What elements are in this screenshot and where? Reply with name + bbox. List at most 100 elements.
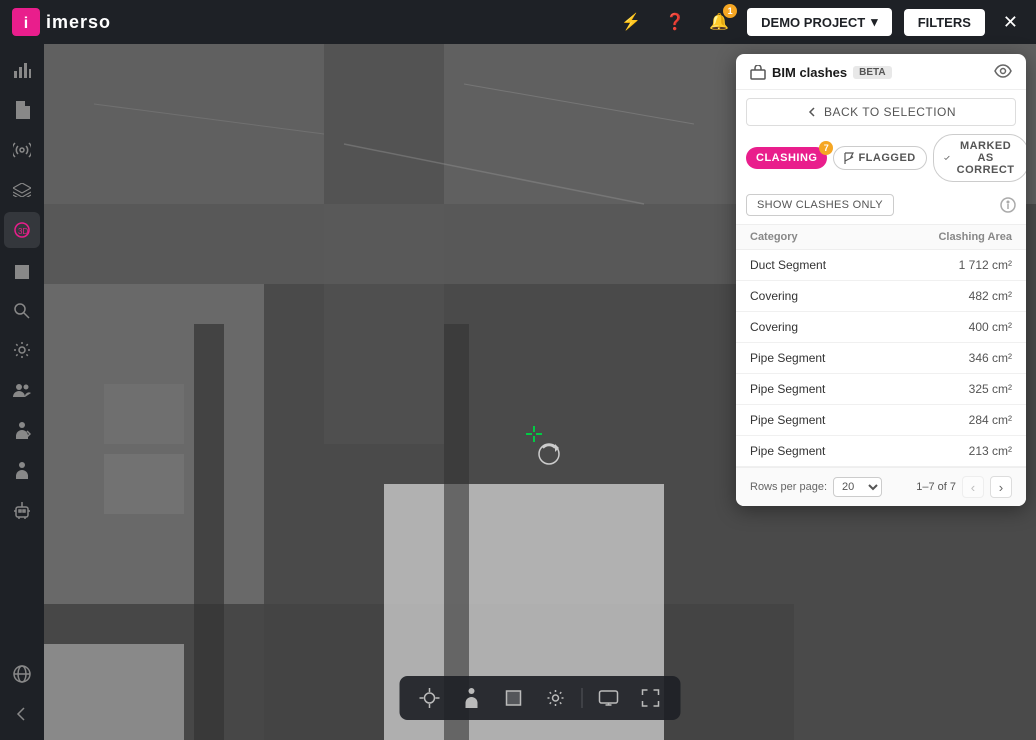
row-area-2: 400 cm² — [969, 320, 1012, 334]
logo-icon: i — [12, 8, 40, 36]
table-row[interactable]: Pipe Segment 346 cm² — [736, 343, 1026, 374]
broadcast-icon — [13, 141, 31, 159]
filters-btn[interactable]: FILTERS — [904, 9, 985, 36]
back-arrow-icon — [806, 106, 818, 118]
col-category-header: Category — [750, 231, 798, 243]
table-row[interactable]: Pipe Segment 325 cm² — [736, 374, 1026, 405]
people-icon — [13, 383, 31, 397]
row-category-4: Pipe Segment — [750, 382, 825, 396]
row-area-5: 284 cm² — [969, 413, 1012, 427]
sidebar-item-globe[interactable] — [4, 656, 40, 692]
row-category-3: Pipe Segment — [750, 351, 825, 365]
person-view-btn[interactable] — [456, 682, 488, 714]
sidebar-item-analytics[interactable] — [4, 52, 40, 88]
tab-marked-correct[interactable]: MARKED AS CORRECT — [933, 134, 1026, 182]
sidebar: 3D — [0, 44, 44, 740]
table-row[interactable]: Covering 482 cm² — [736, 281, 1026, 312]
sidebar-item-collapse[interactable] — [4, 696, 40, 732]
collapse-icon — [14, 706, 30, 722]
chevron-down-icon: ▾ — [871, 14, 878, 30]
table-rows-container: Duct Segment 1 712 cm² Covering 482 cm² … — [736, 250, 1026, 467]
sidebar-item-settings[interactable] — [4, 332, 40, 368]
analytics-icon — [13, 61, 31, 79]
back-to-selection-btn[interactable]: BACK TO SELECTION — [746, 98, 1016, 126]
table-row[interactable]: Pipe Segment 213 cm² — [736, 436, 1026, 467]
robot-icon — [14, 501, 30, 519]
bim-panel-title-text: BIM clashes — [772, 65, 847, 80]
rows-per-page-select[interactable]: 2050100 — [833, 477, 882, 497]
check-icon — [13, 301, 31, 319]
bim-panel-title: BIM clashes BETA — [750, 65, 892, 81]
gear-icon — [13, 341, 31, 359]
next-page-btn[interactable]: › — [990, 476, 1012, 498]
svg-text:i: i — [24, 15, 28, 32]
rows-per-page: Rows per page: 2050100 — [750, 477, 882, 497]
display-btn[interactable] — [593, 682, 625, 714]
pagination-label: 1–7 of 7 — [916, 481, 956, 493]
toolbar-settings-btn[interactable] — [540, 682, 572, 714]
flagged-label: FLAGGED — [858, 152, 915, 164]
flag-icon — [844, 152, 854, 164]
expand-btn[interactable] — [635, 682, 667, 714]
svg-text:3D: 3D — [18, 227, 28, 236]
sidebar-item-building[interactable] — [4, 252, 40, 288]
filters-label: FILTERS — [918, 15, 971, 30]
person-up-icon — [13, 461, 31, 479]
tab-clashing[interactable]: CLASHING 7 — [746, 147, 827, 169]
table-row[interactable]: Covering 400 cm² — [736, 312, 1026, 343]
marked-label: MARKED AS CORRECT — [954, 140, 1018, 176]
table-row[interactable]: Pipe Segment 284 cm² — [736, 405, 1026, 436]
pagination: 1–7 of 7 ‹ › — [916, 476, 1012, 498]
row-area-3: 346 cm² — [969, 351, 1012, 365]
show-clashes-only-btn[interactable]: SHOW CLASHES ONLY — [746, 194, 894, 216]
beta-badge: BETA — [853, 66, 891, 79]
sidebar-item-broadcast[interactable] — [4, 132, 40, 168]
row-category-1: Covering — [750, 289, 798, 303]
bim-icon — [750, 65, 766, 81]
table-footer: Rows per page: 2050100 1–7 of 7 ‹ › — [736, 467, 1026, 506]
row-area-0: 1 712 cm² — [959, 258, 1012, 272]
tab-flagged[interactable]: FLAGGED — [833, 146, 926, 170]
crosshair-btn[interactable] — [414, 682, 446, 714]
sidebar-item-document[interactable] — [4, 92, 40, 128]
sidebar-item-3d[interactable]: 3D — [4, 212, 40, 248]
bolt-btn[interactable]: ⚡ — [615, 6, 647, 38]
sidebar-item-layers[interactable] — [4, 172, 40, 208]
sidebar-item-robot[interactable] — [4, 492, 40, 528]
table-row[interactable]: Duct Segment 1 712 cm² — [736, 250, 1026, 281]
3d-icon: 3D — [13, 221, 31, 239]
info-icon[interactable] — [1000, 197, 1016, 213]
sidebar-item-person-down[interactable] — [4, 412, 40, 448]
layers-icon — [13, 183, 31, 197]
sidebar-bottom — [4, 656, 40, 740]
sidebar-item-person-up[interactable] — [4, 452, 40, 488]
bottom-toolbar — [400, 676, 681, 720]
rows-per-page-label: Rows per page: — [750, 481, 827, 493]
clashing-count: 7 — [819, 141, 833, 155]
topbar: i imerso ⚡ ❓ 🔔 1 DEMO PROJECT ▾ FILTERS … — [0, 0, 1036, 44]
checkmark-icon — [944, 153, 950, 163]
back-section: BACK TO SELECTION — [736, 98, 1026, 126]
clashes-table: Category Clashing area Duct Segment 1 71… — [736, 224, 1026, 506]
globe-icon — [13, 665, 31, 683]
box-select-btn[interactable] — [498, 682, 530, 714]
logo: i imerso — [12, 8, 111, 36]
project-btn[interactable]: DEMO PROJECT ▾ — [747, 8, 892, 36]
person-down-icon — [13, 421, 31, 439]
prev-page-btn[interactable]: ‹ — [962, 476, 984, 498]
sidebar-item-check[interactable] — [4, 292, 40, 328]
close-btn[interactable]: ✕ — [997, 8, 1024, 37]
sidebar-item-people[interactable] — [4, 372, 40, 408]
help-btn[interactable]: ❓ — [659, 6, 691, 38]
row-category-0: Duct Segment — [750, 258, 826, 272]
topbar-right: ⚡ ❓ 🔔 1 DEMO PROJECT ▾ FILTERS ✕ — [615, 6, 1024, 38]
logo-text: imerso — [46, 12, 111, 33]
show-clashes-label: SHOW CLASHES ONLY — [757, 199, 883, 211]
notif-badge: 1 — [723, 4, 737, 18]
notifications-btn[interactable]: 🔔 1 — [703, 6, 735, 38]
toolbar-divider — [582, 688, 583, 708]
clashing-label: CLASHING — [756, 152, 817, 164]
col-clashing-area-header: Clashing area — [938, 231, 1012, 243]
eye-icon[interactable] — [994, 64, 1012, 81]
table-header: Category Clashing area — [736, 224, 1026, 250]
